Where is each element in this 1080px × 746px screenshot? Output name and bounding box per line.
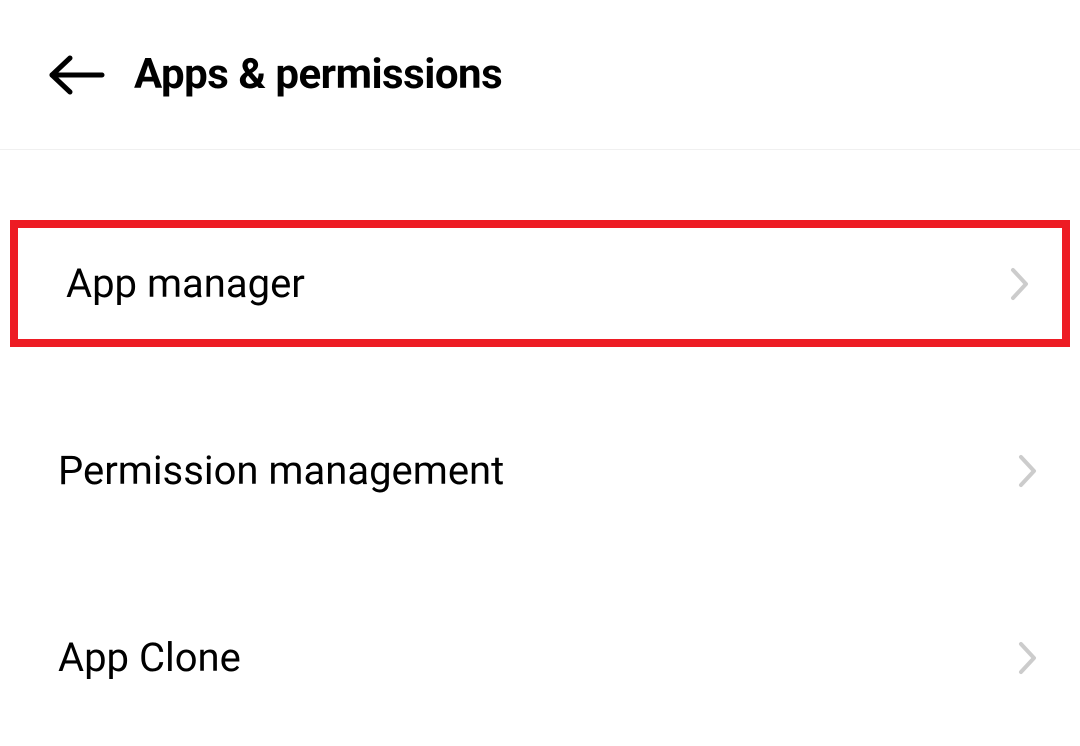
chevron-right-icon [1016, 638, 1040, 678]
back-arrow-icon [48, 54, 106, 96]
menu-item-label: App Clone [58, 634, 241, 681]
menu-item-label: Permission management [58, 447, 504, 494]
menu-item-app-clone[interactable]: App Clone [0, 594, 1080, 721]
menu-item-permission-management[interactable]: Permission management [0, 407, 1080, 534]
menu-list: App manager Permission management App Cl… [0, 150, 1080, 721]
page-title: Apps & permissions [134, 50, 502, 99]
menu-item-label: App manager [66, 260, 305, 307]
chevron-right-icon [1008, 264, 1032, 304]
page-header: Apps & permissions [0, 0, 1080, 150]
menu-item-app-manager[interactable]: App manager [10, 220, 1070, 347]
chevron-right-icon [1016, 451, 1040, 491]
back-button[interactable] [48, 54, 106, 96]
